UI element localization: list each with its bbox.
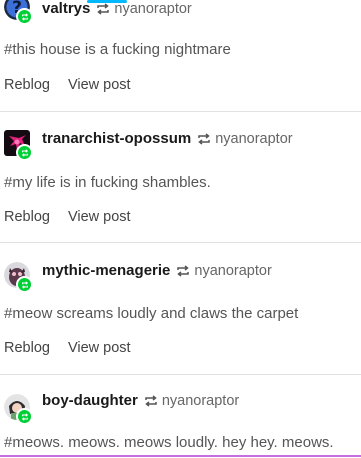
reblog-icon xyxy=(144,395,158,407)
note-tags[interactable]: #meow screams loudly and claws the carpe… xyxy=(4,305,298,322)
reblogged-from-link[interactable]: nyanoraptor xyxy=(194,262,271,280)
divider xyxy=(0,242,361,243)
note-tags[interactable]: #my life is in fucking shambles. xyxy=(4,174,211,191)
reblog-badge-icon xyxy=(16,144,33,161)
view-post-button[interactable]: View post xyxy=(68,209,131,225)
avatar[interactable] xyxy=(4,130,33,161)
divider xyxy=(0,111,361,112)
view-post-button[interactable]: View post xyxy=(68,340,131,356)
reblogged-from-link[interactable]: nyanoraptor xyxy=(162,392,239,410)
divider xyxy=(0,374,361,375)
reblog-note: mythic-menagerie nyanoraptor #meow screa… xyxy=(0,262,361,372)
reblog-button[interactable]: Reblog xyxy=(4,209,50,225)
reblog-note: tranarchist-opossum nyanoraptor #my life… xyxy=(0,130,361,240)
reblogged-from-link[interactable]: nyanoraptor xyxy=(215,130,292,148)
reblogged-from-link[interactable]: nyanoraptor xyxy=(114,0,191,18)
avatar[interactable] xyxy=(4,262,33,293)
reblog-notes-list: ? valtrys nyanoraptor #this house is a f… xyxy=(0,0,361,458)
view-post-button[interactable]: View post xyxy=(68,77,131,93)
note-actions: Reblog View post xyxy=(4,340,145,356)
note-tags[interactable]: #meows. meows. meows loudly. hey hey. me… xyxy=(4,434,334,451)
blog-name-link[interactable]: tranarchist-opossum xyxy=(42,130,191,148)
selection-underline xyxy=(0,455,361,457)
reblog-icon xyxy=(96,3,110,15)
note-actions: Reblog View post xyxy=(4,209,145,225)
reblog-note: ? valtrys nyanoraptor #this house is a f… xyxy=(0,0,361,104)
reblog-badge-icon xyxy=(16,276,33,293)
blog-name-link[interactable]: mythic-menagerie xyxy=(42,262,170,280)
avatar[interactable] xyxy=(4,394,33,425)
reblog-badge-icon xyxy=(16,408,33,425)
blog-name-link[interactable]: boy-daughter xyxy=(42,392,138,410)
blog-name-link[interactable]: valtrys xyxy=(42,0,90,18)
reblog-badge-icon xyxy=(16,8,33,25)
note-actions: Reblog View post xyxy=(4,77,145,93)
reblog-note: boy-daughter nyanoraptor #meows. meows. … xyxy=(0,392,361,458)
reblog-button[interactable]: Reblog xyxy=(4,340,50,356)
reblog-button[interactable]: Reblog xyxy=(4,77,50,93)
avatar[interactable]: ? xyxy=(4,0,33,25)
reblog-icon xyxy=(197,133,211,145)
reblog-icon xyxy=(176,265,190,277)
note-tags[interactable]: #this house is a fucking nightmare xyxy=(4,41,231,58)
